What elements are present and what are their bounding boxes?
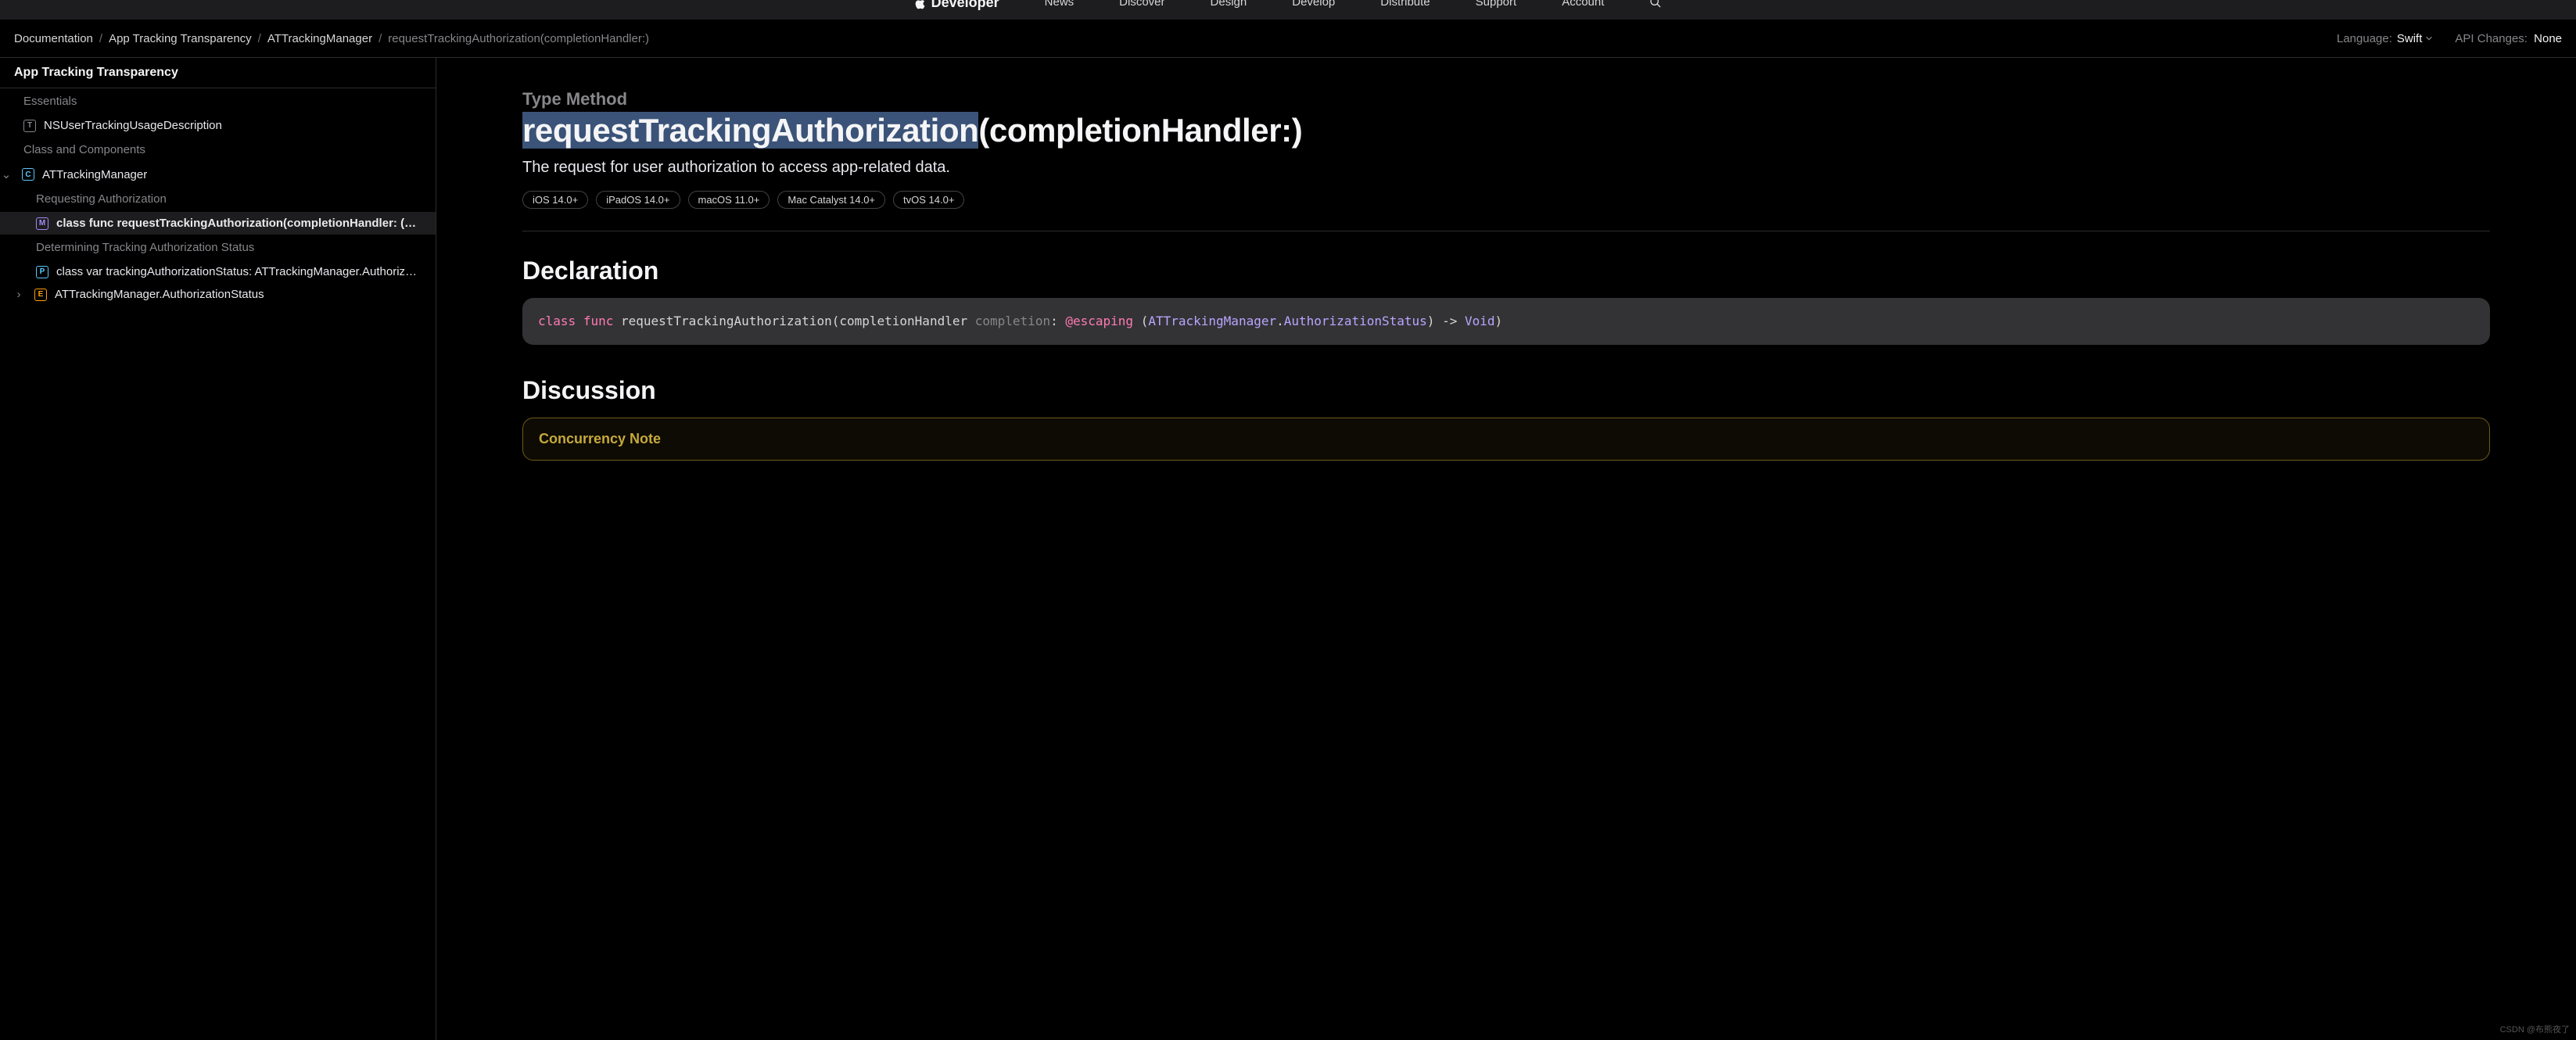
crumb-current: requestTrackingAuthorization(completionH… bbox=[388, 32, 649, 45]
enum-badge-icon: E bbox=[34, 289, 47, 301]
method-badge-icon: M bbox=[36, 217, 48, 230]
page-title: requestTrackingAuthorization(completionH… bbox=[522, 113, 2490, 148]
sidebar-section-determining: Determining Tracking Authorization Statu… bbox=[0, 235, 436, 260]
declaration-heading: Declaration bbox=[522, 256, 2490, 285]
global-nav: Developer News Discover Design Develop D… bbox=[0, 0, 2576, 20]
platform-pill: iOS 14.0+ bbox=[522, 191, 588, 209]
platform-pill: Mac Catalyst 14.0+ bbox=[777, 191, 885, 209]
sidebar-item-label: ATTrackingManager.AuthorizationStatus bbox=[55, 288, 264, 301]
nav-design[interactable]: Design bbox=[1211, 0, 1247, 9]
sub-bar-right: Language: Swift API Changes: None bbox=[2337, 32, 2562, 45]
sidebar-item-usage-description[interactable]: T NSUserTrackingUsageDescription bbox=[0, 114, 436, 137]
title-rest: (completionHandler:) bbox=[978, 112, 1302, 149]
crumb-framework[interactable]: App Tracking Transparency bbox=[109, 32, 252, 45]
sidebar: App Tracking Transparency Essentials T N… bbox=[0, 58, 436, 1040]
sidebar-section-class-components: Class and Components bbox=[0, 137, 436, 163]
chevron-right-icon: › bbox=[14, 288, 23, 301]
callout-title: Concurrency Note bbox=[539, 431, 2474, 447]
sidebar-item-authorization-status-enum[interactable]: › E ATTrackingManager.AuthorizationStatu… bbox=[0, 283, 436, 306]
nav-account[interactable]: Account bbox=[1562, 0, 1604, 9]
concurrency-note-callout: Concurrency Note bbox=[522, 418, 2490, 461]
platform-availability: iOS 14.0+ iPadOS 14.0+ macOS 11.0+ Mac C… bbox=[522, 191, 2490, 209]
sidebar-item-label: NSUserTrackingUsageDescription bbox=[44, 119, 222, 132]
nav-develop[interactable]: Develop bbox=[1292, 0, 1335, 9]
sub-bar: Documentation / App Tracking Transparenc… bbox=[0, 20, 2576, 58]
discussion-heading: Discussion bbox=[522, 376, 2490, 405]
chevron-down-icon bbox=[2425, 34, 2433, 42]
api-changes-label: API Changes: bbox=[2455, 32, 2528, 45]
nav-discover[interactable]: Discover bbox=[1119, 0, 1164, 9]
sidebar-section-essentials: Essentials bbox=[0, 88, 436, 114]
declaration-code: class func requestTrackingAuthorization(… bbox=[522, 298, 2490, 345]
brand-home[interactable]: Developer bbox=[914, 0, 999, 11]
breadcrumb: Documentation / App Tracking Transparenc… bbox=[14, 32, 649, 45]
apple-logo-icon bbox=[914, 0, 927, 9]
crumb-documentation[interactable]: Documentation bbox=[14, 32, 93, 45]
sidebar-title: App Tracking Transparency bbox=[0, 58, 436, 88]
api-changes: API Changes: None bbox=[2455, 32, 2562, 45]
nav-news[interactable]: News bbox=[1045, 0, 1075, 9]
watermark: CSDN @布熊夜了 bbox=[2500, 1023, 2570, 1035]
sidebar-item-attrackingmanager[interactable]: ⌄ C ATTrackingManager bbox=[0, 163, 436, 186]
sidebar-item-request-tracking-auth[interactable]: M class func requestTrackingAuthorizatio… bbox=[0, 212, 436, 235]
language-label: Language: bbox=[2337, 32, 2392, 45]
language-picker[interactable]: Language: Swift bbox=[2337, 32, 2433, 45]
nav-distribute[interactable]: Distribute bbox=[1380, 0, 1430, 9]
chevron-down-icon: ⌄ bbox=[2, 167, 11, 181]
content: Type Method requestTrackingAuthorization… bbox=[436, 58, 2576, 1040]
abstract: The request for user authorization to ac… bbox=[522, 159, 2490, 177]
crumb-class[interactable]: ATTrackingManager bbox=[267, 32, 372, 45]
type-badge-icon: T bbox=[23, 120, 36, 132]
sidebar-section-requesting: Requesting Authorization bbox=[0, 186, 436, 212]
platform-pill: tvOS 14.0+ bbox=[893, 191, 964, 209]
symbol-kind-eyebrow: Type Method bbox=[522, 89, 2490, 109]
main-split: App Tracking Transparency Essentials T N… bbox=[0, 58, 2576, 1040]
sidebar-item-label: ATTrackingManager bbox=[42, 168, 147, 181]
platform-pill: macOS 11.0+ bbox=[688, 191, 770, 209]
language-value: Swift bbox=[2397, 32, 2434, 45]
class-badge-icon: C bbox=[22, 168, 34, 181]
breadcrumb-separator: / bbox=[258, 32, 261, 45]
sidebar-item-label: class var trackingAuthorizationStatus: A… bbox=[56, 265, 422, 278]
sidebar-item-label: class func requestTrackingAuthorization(… bbox=[56, 217, 422, 230]
search-icon[interactable] bbox=[1649, 0, 1662, 12]
brand-label: Developer bbox=[931, 0, 999, 11]
breadcrumb-separator: / bbox=[99, 32, 102, 45]
sidebar-item-tracking-status-prop[interactable]: P class var trackingAuthorizationStatus:… bbox=[0, 260, 436, 283]
property-badge-icon: P bbox=[36, 266, 48, 278]
api-changes-value: None bbox=[2534, 32, 2562, 45]
title-highlighted: requestTrackingAuthorization bbox=[522, 112, 978, 149]
platform-pill: iPadOS 14.0+ bbox=[596, 191, 680, 209]
nav-support[interactable]: Support bbox=[1476, 0, 1517, 9]
breadcrumb-separator: / bbox=[379, 32, 382, 45]
